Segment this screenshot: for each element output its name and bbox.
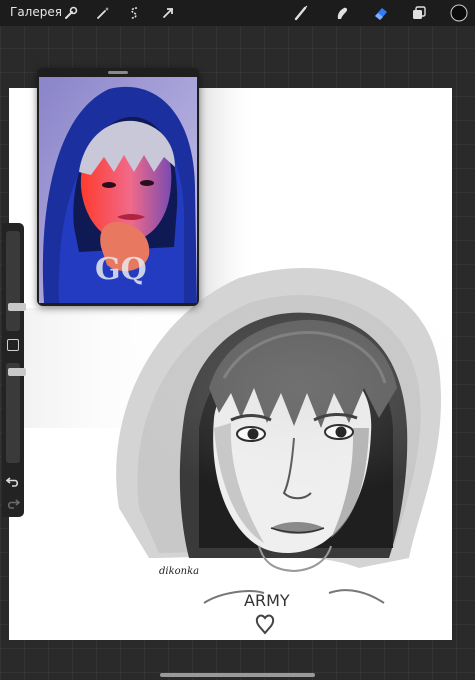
smudge-icon[interactable] — [332, 3, 352, 23]
undo-icon[interactable] — [5, 473, 20, 487]
shirt-letters: ARMY — [244, 591, 290, 610]
top-toolbar: Галерея — [0, 0, 475, 26]
home-indicator — [160, 673, 315, 677]
left-sidebar — [2, 223, 26, 517]
layers-icon[interactable] — [409, 3, 429, 23]
reference-drag-handle[interactable] — [108, 71, 128, 74]
color-swatch[interactable] — [449, 3, 469, 23]
transform-arrow-icon[interactable] — [158, 3, 178, 23]
gallery-button[interactable]: Галерея — [10, 5, 62, 19]
wrench-icon[interactable] — [61, 3, 81, 23]
selection-icon[interactable] — [124, 3, 144, 23]
gq-logo: GQ — [95, 252, 147, 287]
redo-icon[interactable] — [6, 495, 21, 509]
eraser-icon[interactable] — [371, 3, 391, 23]
opacity-thumb[interactable] — [8, 367, 26, 376]
brush-icon[interactable] — [291, 3, 311, 23]
reference-photo: GQ — [39, 77, 197, 303]
modify-square-icon[interactable] — [7, 339, 19, 351]
brush-size-thumb[interactable] — [8, 302, 26, 311]
opacity-slider[interactable] — [6, 363, 26, 463]
reference-window[interactable]: GQ — [37, 68, 199, 306]
brush-size-slider[interactable] — [6, 231, 26, 331]
magic-wand-icon[interactable] — [93, 3, 113, 23]
artist-signature: dikonka — [159, 566, 199, 577]
